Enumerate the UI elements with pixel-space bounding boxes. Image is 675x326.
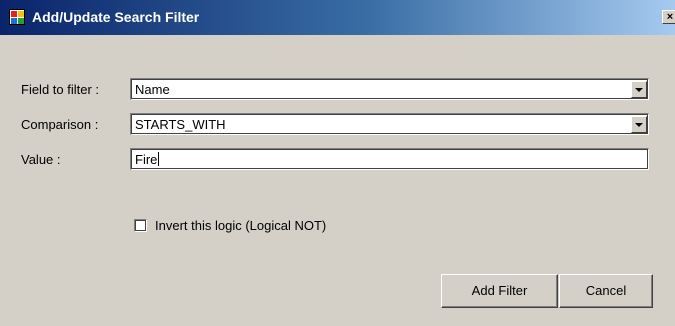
chevron-down-icon[interactable] — [631, 81, 647, 98]
invert-logic-label[interactable]: Invert this logic (Logical NOT) — [155, 218, 326, 234]
field-to-filter-value: Name — [135, 82, 170, 97]
comparison-dropdown[interactable]: STARTS_WITH — [130, 113, 649, 135]
field-to-filter-dropdown[interactable]: Name — [130, 78, 649, 100]
title-bar[interactable]: Add/Update Search Filter × — [0, 0, 675, 35]
comparison-value: STARTS_WITH — [135, 117, 226, 132]
app-icon — [9, 9, 25, 25]
value-input[interactable]: Fire — [130, 148, 649, 170]
comparison-label: Comparison : — [21, 117, 99, 132]
window-title: Add/Update Search Filter — [32, 9, 200, 25]
value-label: Value : — [21, 152, 61, 167]
field-to-filter-label: Field to filter : — [21, 82, 100, 97]
add-filter-button[interactable]: Add Filter — [441, 274, 558, 308]
value-input-text: Fire — [135, 152, 158, 167]
close-icon[interactable]: × — [662, 10, 675, 24]
text-caret — [158, 152, 160, 166]
add-update-search-filter-dialog: Add/Update Search Filter × Field to filt… — [0, 0, 675, 326]
cancel-button[interactable]: Cancel — [559, 274, 653, 308]
invert-logic-checkbox[interactable] — [134, 219, 147, 232]
chevron-down-icon[interactable] — [631, 116, 647, 133]
